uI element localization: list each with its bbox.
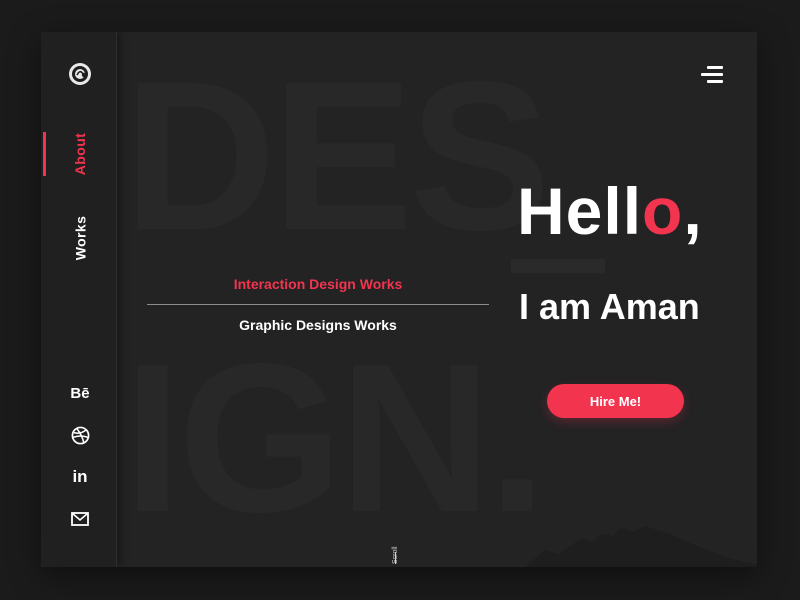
hamburger-menu-icon[interactable] — [701, 66, 725, 84]
hello-heading: Hello, — [517, 178, 703, 244]
scroll-line — [395, 552, 396, 564]
scroll-indicator[interactable]: Scroll — [391, 528, 411, 566]
nav-about[interactable]: About — [71, 124, 89, 184]
hire-me-button[interactable]: Hire Me! — [547, 384, 684, 418]
behance-label: Bē — [70, 384, 90, 402]
decorative-dash — [511, 259, 605, 273]
background-text-design-top: DES — [123, 37, 551, 274]
nav-works-label: Works — [72, 215, 89, 261]
mountain-silhouette — [525, 526, 757, 567]
portfolio-page: DES IGN. About Works Bē in Interaction D… — [41, 32, 757, 567]
linkedin-icon[interactable]: in — [68, 465, 92, 489]
background-text-design-bottom: IGN. — [123, 319, 547, 556]
hello-text: Hell — [517, 174, 643, 248]
active-nav-indicator — [43, 132, 46, 176]
hello-accent-o: o — [642, 174, 684, 248]
nav-about-label: About — [72, 132, 88, 176]
dribbble-icon[interactable] — [68, 423, 92, 447]
behance-icon[interactable]: Bē — [68, 381, 92, 405]
works-divider — [147, 304, 489, 305]
hello-comma: , — [683, 174, 703, 248]
nav-works[interactable]: Works — [71, 208, 89, 268]
avatar-logo-icon[interactable] — [69, 63, 91, 85]
graphic-designs-works-link[interactable]: Graphic Designs Works — [147, 315, 489, 335]
intro-text: I am Aman — [519, 286, 700, 327]
linkedin-label: in — [72, 467, 88, 486]
interaction-design-works-link[interactable]: Interaction Design Works — [147, 274, 489, 294]
sidebar: About Works Bē in — [41, 32, 117, 567]
works-list: Interaction Design Works Graphic Designs… — [147, 274, 489, 335]
mail-icon[interactable] — [68, 507, 92, 531]
